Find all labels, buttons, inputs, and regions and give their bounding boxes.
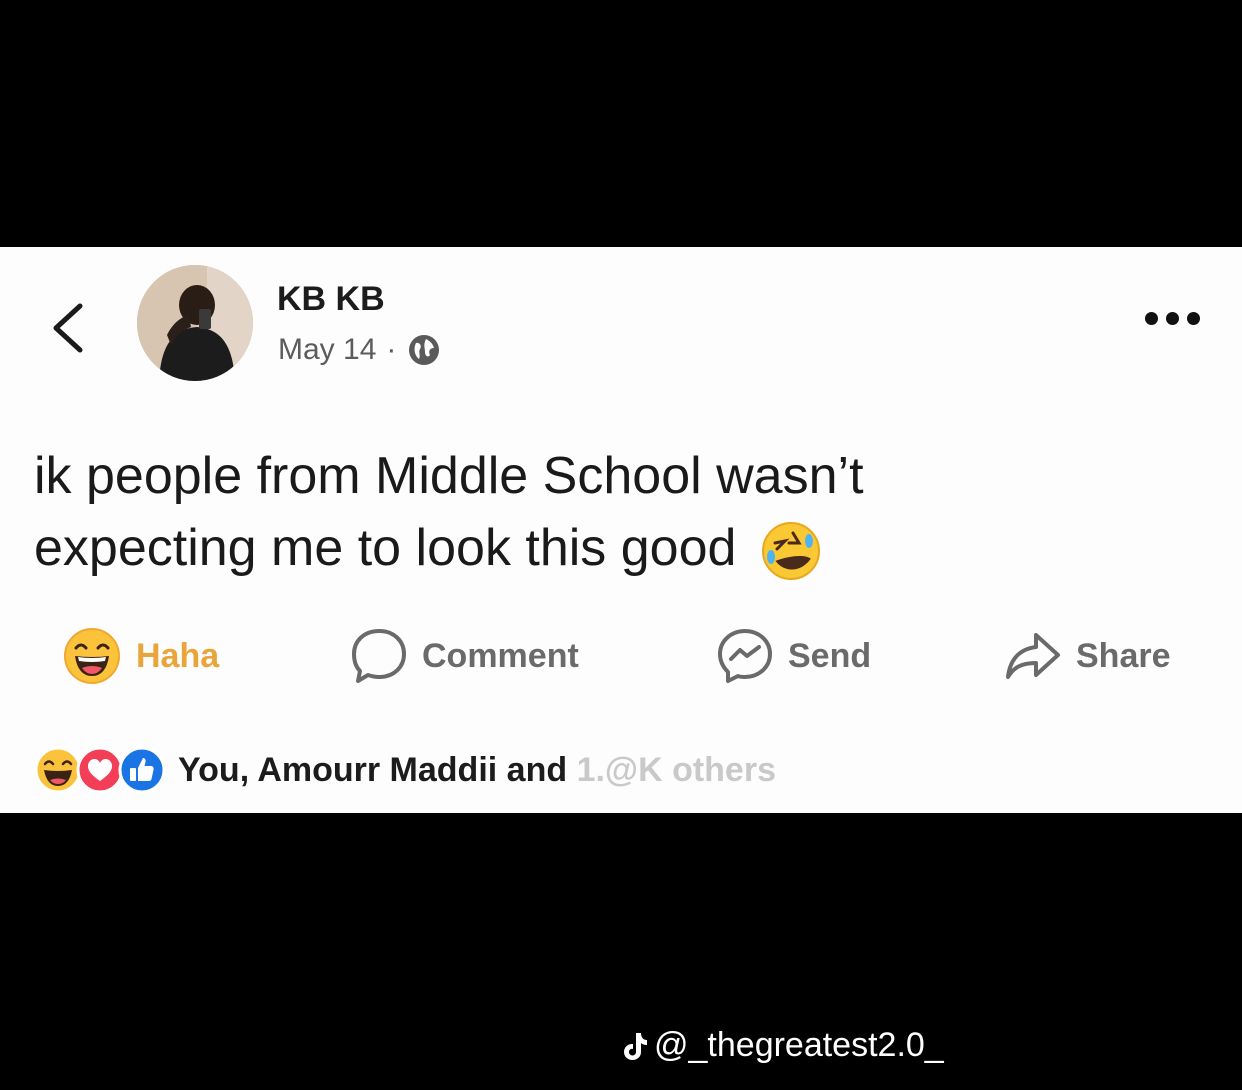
- haha-label: Haha: [136, 636, 220, 675]
- reactions-text: You, Amourr Maddii and 1.@K others: [178, 751, 776, 790]
- post-text-line1: ik people from Middle School wasn’t: [34, 447, 864, 505]
- comment-bubble-icon: [352, 629, 406, 683]
- author-name[interactable]: KB KB: [277, 280, 385, 319]
- reaction-icons: [34, 746, 166, 794]
- tiktok-logo-icon: [624, 1032, 647, 1060]
- haha-button[interactable]: Haha: [62, 626, 219, 686]
- heart-reaction-icon: [76, 746, 124, 794]
- haha-reaction-icon: [64, 628, 120, 684]
- more-dot: [1166, 312, 1179, 325]
- back-chevron-icon[interactable]: [48, 300, 88, 356]
- send-button[interactable]: Send: [716, 626, 871, 686]
- reactions-names: You, Amourr Maddii and: [178, 750, 577, 789]
- reactions-summary[interactable]: You, Amourr Maddii and 1.@K others: [34, 746, 776, 794]
- send-label: Send: [788, 636, 872, 675]
- globe-icon: [409, 335, 440, 365]
- tiktok-watermark: @_thegreatest2.0_: [622, 1026, 944, 1065]
- post-text: ik people from Middle School wasn’t expe…: [34, 440, 1184, 584]
- share-arrow-icon: [1006, 633, 1060, 679]
- meta-separator: ·: [386, 333, 397, 366]
- haha-reaction-icon: [34, 746, 82, 794]
- post-date[interactable]: May 14: [278, 333, 376, 367]
- more-options-icon[interactable]: [1145, 312, 1200, 325]
- watermark-handle: @_thegreatest2.0_: [654, 1026, 944, 1064]
- like-reaction-icon: [118, 746, 166, 794]
- comment-label: Comment: [422, 636, 579, 675]
- messenger-icon: [718, 629, 772, 683]
- more-dot: [1187, 312, 1200, 325]
- post-text-line2: expecting me to look this good: [34, 519, 737, 577]
- avatar[interactable]: [137, 265, 253, 381]
- post-meta: May 14 ·: [278, 333, 440, 367]
- more-dot: [1145, 312, 1158, 325]
- comment-button[interactable]: Comment: [350, 626, 579, 686]
- reactions-count: 1.@K others: [576, 750, 776, 789]
- share-button[interactable]: Share: [1004, 626, 1171, 686]
- share-label: Share: [1076, 636, 1171, 675]
- laughing-emoji-icon: [761, 522, 820, 581]
